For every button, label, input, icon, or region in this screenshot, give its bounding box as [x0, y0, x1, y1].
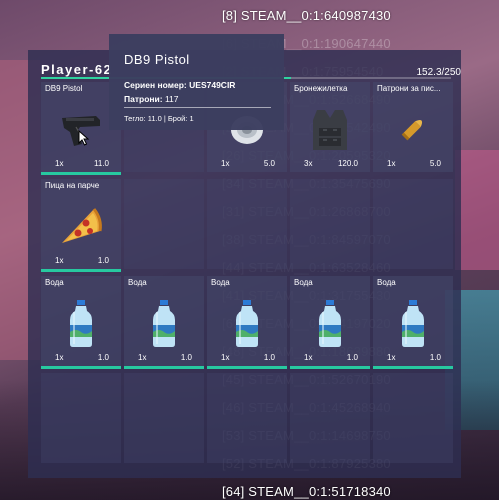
- item-name: Вода: [377, 278, 396, 287]
- item-quantity: 1x: [304, 353, 313, 362]
- tooltip-footer: Тегло: 11.0 | Брой: 1: [124, 114, 194, 123]
- item-tooltip: DB9 Pistol Сериен номер: UES749CIR Патро…: [109, 34, 284, 130]
- item-quantity: 1x: [387, 353, 396, 362]
- item-quantity: 1x: [138, 353, 147, 362]
- item-quantity: 3x: [304, 159, 313, 168]
- item-weight: 120.0: [337, 159, 358, 168]
- inventory-slot[interactable]: Вода 1x 1.0: [207, 276, 287, 369]
- item-quantity: 1x: [387, 159, 396, 168]
- inventory-slot-empty[interactable]: [41, 373, 121, 463]
- inventory-slot[interactable]: Вода 1x 1.0: [41, 276, 121, 369]
- item-weight: 1.0: [97, 256, 109, 265]
- inventory-slot-empty[interactable]: [373, 373, 453, 463]
- water-bottle-icon: [305, 298, 355, 348]
- inventory-slot[interactable]: Пица на парче 1x 1.0: [41, 179, 121, 272]
- item-weight: 11.0: [94, 159, 109, 168]
- tooltip-title: DB9 Pistol: [124, 52, 190, 67]
- water-bottle-icon: [56, 298, 106, 348]
- vest-icon: [305, 104, 355, 154]
- tooltip-serial-value: UES749CIR: [189, 80, 236, 90]
- bullet-icon: [388, 104, 438, 154]
- player-name: Player-62: [41, 62, 113, 77]
- inventory-slot[interactable]: Вода 1x 1.0: [373, 276, 453, 369]
- player-list-row: [8] STEAM__0:1:640987430: [222, 8, 391, 23]
- item-name: Пица на парче: [45, 181, 100, 190]
- item-weight: 1.0: [429, 353, 441, 362]
- item-durability-bar: [290, 366, 370, 369]
- player-list-row: [64] STEAM__0:1:51718340: [222, 484, 391, 499]
- inventory-slot-empty[interactable]: [290, 373, 370, 463]
- inventory-slot[interactable]: Патрони за пис... 1x 5.0: [373, 82, 453, 172]
- item-quantity: 1x: [55, 353, 64, 362]
- mouse-cursor-icon: [78, 130, 90, 146]
- item-durability-bar: [41, 172, 121, 175]
- item-name: Патрони за пис...: [377, 84, 441, 93]
- item-name: Вода: [294, 278, 313, 287]
- water-bottle-icon: [388, 298, 438, 348]
- item-quantity: 1x: [55, 159, 64, 168]
- water-bottle-icon: [222, 298, 272, 348]
- item-quantity: 1x: [55, 256, 64, 265]
- inventory-slot-empty[interactable]: [124, 179, 204, 269]
- tooltip-serial-label: Сериен номер:: [124, 80, 187, 90]
- inventory-slot[interactable]: Вода 1x 1.0: [290, 276, 370, 369]
- pizza-icon: [56, 201, 106, 251]
- inventory-slot-empty[interactable]: [124, 373, 204, 463]
- item-quantity: 1x: [221, 353, 230, 362]
- tooltip-ammo-label: Патрони:: [124, 94, 163, 104]
- inventory-slot[interactable]: Бронежилетка 3x 120.0: [290, 82, 370, 172]
- item-durability-bar: [41, 269, 121, 272]
- item-durability-bar: [41, 366, 121, 369]
- tooltip-ammo-value: 117: [164, 94, 179, 104]
- inventory-slot-empty[interactable]: [207, 179, 287, 269]
- item-quantity: 1x: [221, 159, 230, 168]
- inventory-slot[interactable]: Вода 1x 1.0: [124, 276, 204, 369]
- item-weight: 5.0: [429, 159, 441, 168]
- item-name: Вода: [45, 278, 64, 287]
- inventory-slot-empty[interactable]: [373, 179, 453, 269]
- item-durability-bar: [207, 366, 287, 369]
- item-weight: 1.0: [180, 353, 192, 362]
- tooltip-serial: Сериен номер: UES749CIR: [124, 80, 235, 90]
- tooltip-separator: [124, 107, 271, 108]
- inventory-slot-empty[interactable]: [290, 179, 370, 269]
- item-durability-bar: [373, 366, 453, 369]
- water-bottle-icon: [139, 298, 189, 348]
- inventory-slot-empty[interactable]: [207, 373, 287, 463]
- item-name: Вода: [211, 278, 230, 287]
- item-weight: 1.0: [346, 353, 358, 362]
- pistol-icon: [56, 104, 106, 154]
- inventory-grid: DB9 Pistol 1x 11.0 1x 5.0 Бронежилетка 3x 120.0…: [41, 82, 456, 474]
- tooltip-ammo: Патрони: 117: [124, 94, 179, 104]
- item-name: Бронежилетка: [294, 84, 348, 93]
- item-name: Вода: [128, 278, 147, 287]
- item-durability-bar: [124, 366, 204, 369]
- item-weight: 1.0: [97, 353, 109, 362]
- item-name: DB9 Pistol: [45, 84, 83, 93]
- item-weight: 1.0: [263, 353, 275, 362]
- item-weight: 5.0: [263, 159, 275, 168]
